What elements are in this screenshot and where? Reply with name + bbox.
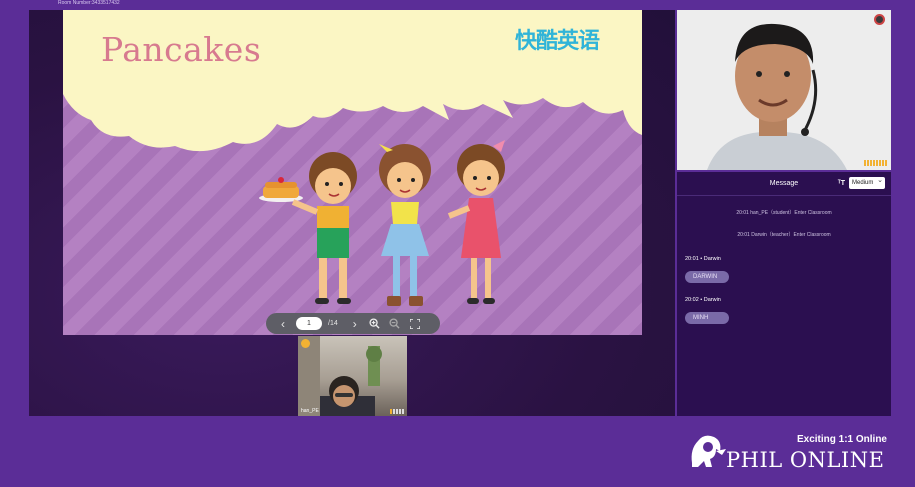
zoom-out-icon[interactable]	[388, 317, 402, 331]
student-name: han_PE	[301, 408, 319, 414]
chat-title: Message	[769, 180, 799, 187]
slide-logo-text: 快酷英语	[515, 29, 600, 54]
fullscreen-icon[interactable]	[408, 317, 422, 331]
lesson-slide: Pancakes 快酷英语 ‹ 1 /14 ›	[63, 10, 642, 335]
system-message: 20:01 han_PE（student）Enter Classroom	[736, 210, 832, 216]
brand-tagline: Exciting 1:1 Online	[796, 434, 887, 445]
brand-name: PHIL ONLINE	[726, 448, 885, 472]
student-video: han_PE	[298, 336, 407, 416]
font-size-control: ᵀT Medium	[837, 175, 885, 189]
girl-figure-right	[447, 140, 505, 304]
brand: Exciting 1:1 Online PHIL ONLINE	[686, 427, 891, 475]
record-icon[interactable]	[874, 14, 885, 25]
chevron-left-icon[interactable]: ‹	[276, 317, 290, 331]
chat-message-bubble: MINH	[685, 312, 729, 324]
boy-figure	[259, 152, 357, 304]
chat-message: 20:02 • Darwin MINH	[685, 297, 891, 324]
girl-figure-middle	[379, 144, 431, 306]
font-size-select[interactable]: Medium	[849, 175, 885, 189]
teacher-video	[677, 10, 891, 170]
slide-title: Pancakes	[101, 30, 262, 69]
student-badge-icon	[301, 339, 310, 348]
page-total: /14	[328, 320, 338, 327]
font-size-icon: ᵀT	[837, 179, 845, 187]
room-number: Room Number:3433517432	[58, 0, 120, 6]
chat-message-meta: 20:01 • Darwin	[685, 256, 721, 262]
teacher-video-frame	[677, 10, 891, 170]
system-message: 20:01 Darwin（teacher）Enter Classroom	[737, 232, 831, 238]
chat-panel: Message ᵀT Medium 20:01 han_PE（student）E…	[677, 172, 891, 416]
chat-header: Message ᵀT Medium	[677, 172, 891, 196]
kids-illustration	[259, 140, 505, 306]
slide-navigator: ‹ 1 /14 ›	[266, 313, 440, 334]
chat-message: 20:01 • Darwin DARWIN	[685, 256, 891, 283]
chat-message-meta: 20:02 • Darwin	[685, 297, 721, 303]
chat-message-bubble: DARWIN	[685, 271, 729, 283]
teacher-mic-level-icon	[864, 160, 887, 166]
page-number-input[interactable]: 1	[296, 317, 322, 330]
zoom-in-icon[interactable]	[368, 317, 382, 331]
student-video-frame	[298, 336, 382, 416]
student-mic-level-icon	[390, 409, 404, 414]
chevron-right-icon[interactable]: ›	[348, 317, 362, 331]
lion-logo-icon	[691, 435, 726, 467]
